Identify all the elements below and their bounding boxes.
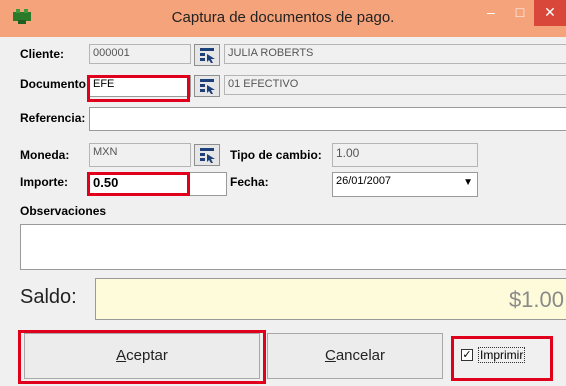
cancelar-label: ancelar bbox=[335, 347, 386, 364]
cliente-lookup-button[interactable] bbox=[194, 44, 220, 66]
fecha-label: Fecha: bbox=[230, 175, 269, 189]
referencia-field[interactable] bbox=[89, 107, 566, 131]
cliente-label: Cliente: bbox=[20, 47, 65, 61]
documento-label: Documento: bbox=[20, 77, 90, 91]
observaciones-field[interactable] bbox=[20, 224, 566, 270]
fecha-field[interactable]: 26/01/2007 ▼ bbox=[332, 172, 478, 197]
imprimir-checkbox[interactable]: ✓ bbox=[461, 349, 473, 361]
minimize-button[interactable]: ‒ bbox=[476, 0, 506, 26]
chevron-down-icon[interactable]: ▼ bbox=[463, 177, 473, 188]
imprimir-label[interactable]: Imprimir bbox=[478, 347, 526, 363]
observaciones-label: Observaciones bbox=[20, 204, 107, 218]
tipo-cambio-label: Tipo de cambio: bbox=[230, 148, 322, 162]
maximize-button[interactable]: □ bbox=[506, 0, 534, 26]
referencia-label: Referencia: bbox=[20, 111, 86, 125]
importe-label: Importe: bbox=[20, 175, 68, 189]
lookup-icon bbox=[200, 148, 215, 163]
lookup-icon bbox=[200, 79, 215, 94]
cliente-name-field[interactable]: JULIA ROBERTS bbox=[224, 44, 566, 64]
close-button[interactable]: ✕ bbox=[534, 0, 566, 26]
tipo-cambio-field[interactable]: 1.00 bbox=[332, 143, 478, 167]
cancelar-accel: C bbox=[324, 347, 336, 364]
saldo-value: $1.00 bbox=[95, 278, 566, 320]
documento-code-field[interactable]: EFE bbox=[89, 75, 191, 97]
documento-name-field[interactable]: 01 EFECTIVO bbox=[224, 75, 566, 95]
importe-field[interactable]: 0.50 bbox=[89, 172, 227, 196]
lookup-icon bbox=[200, 48, 215, 63]
cliente-code-field[interactable]: 000001 bbox=[89, 44, 191, 64]
documento-lookup-button[interactable] bbox=[194, 75, 220, 97]
title-bar: Captura de documentos de pago. ‒ □ ✕ bbox=[0, 0, 566, 37]
cancelar-button[interactable]: Cancelar bbox=[267, 333, 443, 379]
moneda-code-field[interactable]: MXN bbox=[89, 143, 191, 167]
moneda-lookup-button[interactable] bbox=[194, 144, 220, 166]
moneda-label: Moneda: bbox=[20, 148, 70, 162]
aceptar-button[interactable]: Aceptar bbox=[24, 333, 260, 379]
fecha-value: 26/01/2007 bbox=[336, 175, 392, 187]
saldo-label: Saldo: bbox=[20, 286, 77, 308]
aceptar-accel: A bbox=[116, 347, 127, 364]
aceptar-label: ceptar bbox=[126, 347, 168, 364]
